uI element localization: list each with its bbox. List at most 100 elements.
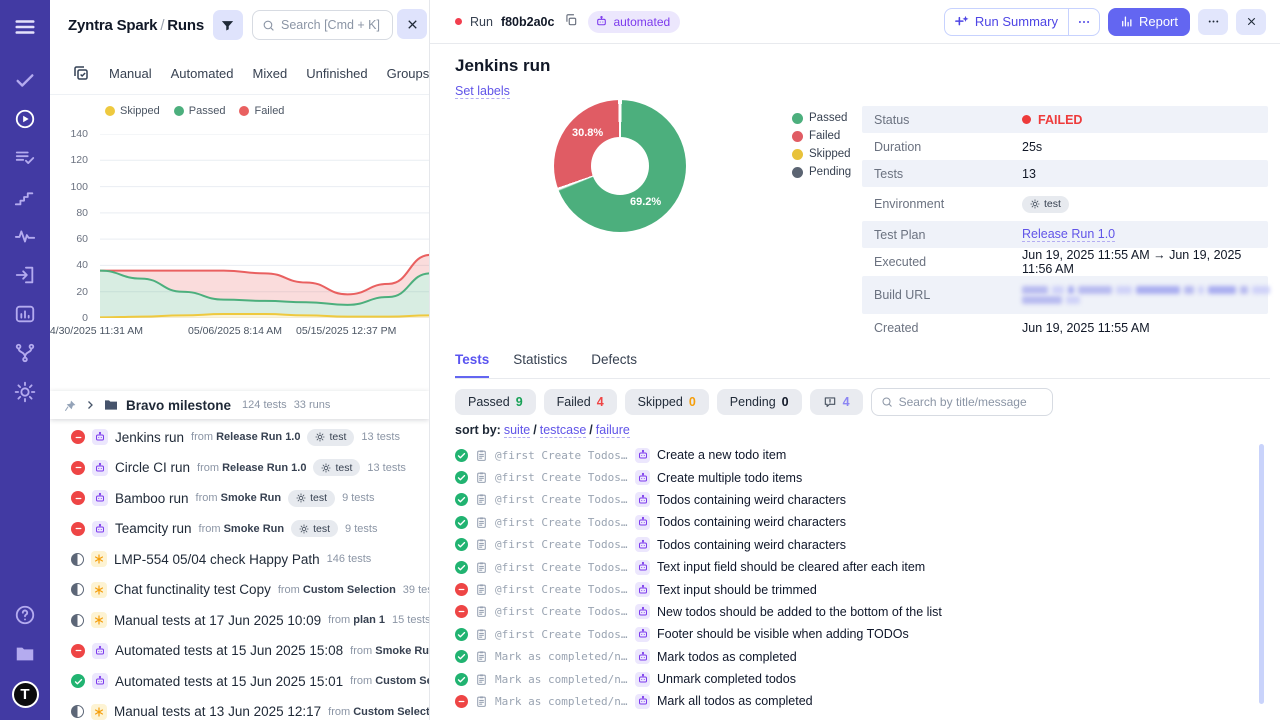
tab-tests[interactable]: Tests <box>455 352 489 378</box>
run-list-item[interactable]: Jenkins runfrom Release Run 1.0test13 te… <box>50 422 429 453</box>
filter-button[interactable] <box>213 10 243 40</box>
test-list-item[interactable]: @first Create Todos…Create multiple todo… <box>455 466 1250 488</box>
run-list-item[interactable]: Manual tests at 13 Jun 2025 12:17from Cu… <box>50 697 429 720</box>
run-from: from plan 1 <box>328 614 385 626</box>
sparkle-icon <box>955 15 969 29</box>
tests-search-input[interactable] <box>899 395 1043 409</box>
group-tests-count: 124 tests <box>242 399 287 411</box>
test-list-item[interactable]: @first Create Todos…Todos containing wei… <box>455 489 1250 511</box>
filter-comments[interactable]: 4 <box>810 389 863 415</box>
tab-automated[interactable]: Automated <box>171 66 234 81</box>
select-all-icon[interactable] <box>72 64 90 82</box>
bar-chart-icon <box>1120 15 1133 28</box>
test-list-item[interactable]: @first Create Todos…Todos containing wei… <box>455 511 1250 533</box>
run-list-item[interactable]: Manual tests at 17 Jun 2025 10:09from pl… <box>50 605 429 636</box>
close-panel-button[interactable] <box>397 9 427 39</box>
runs-filter-tabs: Manual Automated Mixed Unfinished Groups <box>50 40 429 95</box>
automated-run-icon <box>635 560 650 575</box>
sidebar-item-fork-icon[interactable] <box>14 342 36 364</box>
test-list-item[interactable]: @first Create Todos…Create a new todo it… <box>455 444 1250 466</box>
copy-run-id-button[interactable] <box>562 13 580 31</box>
run-tests-count: 13 tests <box>367 462 406 474</box>
test-plan-link[interactable]: Release Run 1.0 <box>1022 227 1115 242</box>
tab-defects[interactable]: Defects <box>591 352 637 378</box>
test-list-item[interactable]: @first Create Todos…New todos should be … <box>455 601 1250 623</box>
run-tests-count: 39 tests <box>403 584 429 596</box>
close-detail-button[interactable] <box>1236 9 1266 35</box>
sidebar-item-stairs-icon[interactable] <box>14 186 36 208</box>
detail-row-duration: Duration25s <box>862 133 1268 160</box>
sidebar-item-menu-icon[interactable] <box>14 16 36 38</box>
search-icon <box>881 396 893 408</box>
runs-search[interactable] <box>252 10 393 40</box>
run-summary-more-button[interactable] <box>1069 15 1099 29</box>
chevron-right-icon[interactable] <box>84 399 96 411</box>
filter-failed[interactable]: Failed 4 <box>544 389 617 415</box>
tab-mixed[interactable]: Mixed <box>253 66 288 81</box>
ellipsis-icon <box>1207 15 1220 28</box>
tab-groups[interactable]: Groups <box>387 66 430 81</box>
folder-icon <box>103 397 119 413</box>
filter-pending[interactable]: Pending 0 <box>717 389 802 415</box>
failed-icon <box>455 583 468 596</box>
sidebar-item-folder-icon[interactable] <box>14 643 36 665</box>
test-list-item[interactable]: Mark as completed/n…Mark todos as comple… <box>455 646 1250 668</box>
y-tick-label: 60 <box>76 233 88 245</box>
environment-badge: test <box>291 520 338 537</box>
sort-by-failure[interactable]: failure <box>596 423 630 438</box>
sidebar-item-sign-in-icon[interactable] <box>14 264 36 286</box>
project-name[interactable]: Zyntra Spark <box>68 17 157 34</box>
passed-icon <box>455 516 468 529</box>
app: T Zyntra Spark/Runs ManualAutomatedMixed… <box>0 0 1280 720</box>
clipboard-icon <box>475 471 488 484</box>
run-list-item[interactable]: Automated tests at 15 Jun 2025 15:08from… <box>50 636 429 667</box>
run-list-item[interactable]: Chat functinality test Copyfrom Custom S… <box>50 575 429 606</box>
tab-statistics[interactable]: Statistics <box>513 352 567 378</box>
sidebar-item-pulse-icon[interactable] <box>14 225 36 247</box>
filter-passed[interactable]: Passed 9 <box>455 389 536 415</box>
sidebar-item-bar-chart-box-icon[interactable] <box>14 303 36 325</box>
runs-search-input[interactable] <box>281 18 383 32</box>
sidebar-item-list-check-icon[interactable] <box>14 147 36 169</box>
run-list-item[interactable]: Teamcity runfrom Smoke Runtest9 tests <box>50 514 429 545</box>
test-list-item[interactable]: Mark as completed/n…Mark all todos as co… <box>455 690 1250 712</box>
test-list-item[interactable]: @first Create Todos…Todos containing wei… <box>455 534 1250 556</box>
automated-run-icon <box>635 492 650 507</box>
sort-by-suite[interactable]: suite <box>504 423 530 438</box>
sort-by-testcase[interactable]: testcase <box>540 423 587 438</box>
automated-badge[interactable]: automated <box>588 11 680 33</box>
run-list-item[interactable]: Bamboo runfrom Smoke Runtest9 tests <box>50 483 429 514</box>
more-actions-button[interactable] <box>1198 9 1228 35</box>
run-detail-panel: Run f80b2a0c automated Run Summary <box>430 0 1280 720</box>
x-tick-label: 05/15/2025 12:37 PM <box>296 325 396 337</box>
sidebar-item-help-icon[interactable] <box>14 604 36 626</box>
test-title: Mark all todos as completed <box>657 694 813 708</box>
automated-run-icon <box>635 604 650 619</box>
run-tests-count: 13 tests <box>361 431 400 443</box>
test-list-item[interactable]: @first Create Todos…Text input field sho… <box>455 556 1250 578</box>
funnel-icon <box>220 18 235 33</box>
run-group-row[interactable]: Bravo milestone 124 tests 33 runs <box>50 391 429 419</box>
set-labels-link[interactable]: Set labels <box>455 84 510 99</box>
tests-scrollbar[interactable] <box>1259 444 1264 704</box>
run-list-item[interactable]: Automated tests at 15 Jun 2025 15:01from… <box>50 666 429 697</box>
tests-search[interactable] <box>871 388 1053 416</box>
run-summary-button[interactable]: Run Summary <box>945 14 1068 29</box>
brand-logo[interactable]: T <box>12 681 39 708</box>
automated-run-icon <box>92 673 108 689</box>
automated-run-icon <box>635 582 650 597</box>
test-list-item[interactable]: @first Create Todos…Footer should be vis… <box>455 623 1250 645</box>
report-button[interactable]: Report <box>1108 8 1190 36</box>
sidebar-item-gear-icon[interactable] <box>14 381 36 403</box>
sidebar-item-check-icon[interactable] <box>14 69 36 91</box>
test-list-item[interactable]: @first Create Todos…Text input should be… <box>455 578 1250 600</box>
filter-skipped[interactable]: Skipped 0 <box>625 389 709 415</box>
run-list-item[interactable]: Circle CI runfrom Release Run 1.0test13 … <box>50 453 429 484</box>
test-list-item[interactable]: Mark as completed/n…Unmark completed tod… <box>455 668 1250 690</box>
sidebar-item-play-circle-icon[interactable] <box>14 108 36 130</box>
test-filters: Passed 9 Failed 4 Skipped 0 Pending 0 4 <box>455 388 1053 416</box>
donut-legend-item: Skipped <box>792 148 851 160</box>
run-list-item[interactable]: LMP-554 05/04 check Happy Path146 tests <box>50 544 429 575</box>
tab-manual[interactable]: Manual <box>109 66 152 81</box>
tab-unfinished[interactable]: Unfinished <box>306 66 367 81</box>
